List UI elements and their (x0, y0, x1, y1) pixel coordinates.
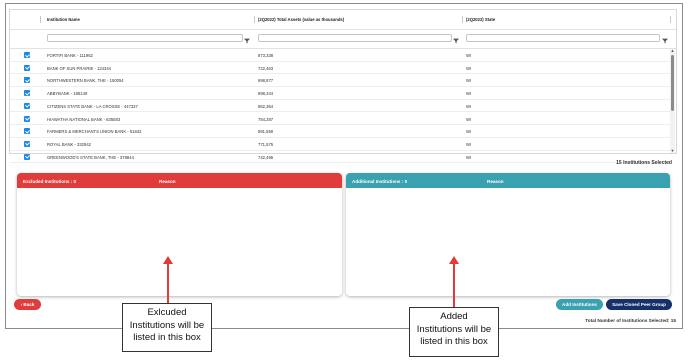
state-cell: WI (466, 65, 472, 71)
checkbox-icon[interactable] (24, 140, 30, 147)
checkbox-icon[interactable] (24, 64, 30, 71)
callout-line: Added (440, 311, 468, 322)
callout-line: listed in this box (133, 332, 201, 343)
institution-name-cell: BANK OF SUN PRAIRIE - 124344 (47, 65, 111, 71)
grid-scrollbar[interactable]: ▲ ▼ (670, 49, 675, 153)
institution-name-cell: ROYAL BANK - 332942 (47, 141, 91, 147)
table-row[interactable]: NORTHWESTERN BANK, THE - 150054 698,877 WI (10, 74, 670, 88)
column-header-name[interactable]: Institution Name (47, 17, 80, 22)
added-arrow (449, 256, 459, 307)
state-cell: WI (466, 116, 472, 122)
funnel-icon[interactable] (244, 38, 250, 44)
additional-reason-header: Reason (487, 178, 504, 184)
total-assets-cell: 771,575 (258, 141, 274, 147)
institution-name-cell: ABBYBANK - 188149 (47, 91, 88, 97)
total-assets-cell: 742,496 (258, 154, 274, 160)
checkbox-icon[interactable] (24, 102, 30, 109)
total-assets-cell: 873,338 (258, 53, 274, 58)
selected-count: 15 Institutions Selected (616, 160, 672, 166)
state-cell: WI (466, 53, 472, 58)
total-assets-cell: 698,877 (258, 78, 274, 84)
state-filter-input[interactable] (466, 34, 660, 42)
checkbox-icon[interactable] (24, 90, 30, 97)
institution-name-cell: FORTIFI BANK - 111962 (47, 53, 93, 58)
checkbox-icon[interactable] (24, 77, 30, 84)
excluded-callout: Exlcuded Institutions will be listed in … (122, 303, 212, 352)
additional-panel-title: Additional Institutions : 0 (352, 178, 408, 184)
institution-name-cell: FARMERS & MERCHANTS UNION BANK - 51842 (47, 129, 142, 135)
table-row[interactable]: HIAWATHA NATIONAL BANK - 835583 784,287 WI (10, 113, 670, 126)
table-row[interactable]: CITIZENS STATE BANK - LA CROSSE - 447337… (10, 100, 670, 113)
state-cell: WI (466, 129, 472, 135)
added-callout: Added Institutions will be listed in thi… (409, 307, 499, 357)
total-assets-cell: 898,344 (258, 91, 274, 97)
total-assets-cell: 862,364 (258, 103, 274, 109)
column-header-state[interactable]: (2Q2022) State (466, 17, 495, 22)
state-cell: WI (466, 154, 472, 160)
column-separator[interactable] (670, 16, 671, 23)
table-row[interactable]: BANK OF SUN PRAIRIE - 124344 722,463 WI (10, 62, 670, 75)
callout-line: Institutions will be (129, 319, 205, 331)
checkbox-icon[interactable] (24, 115, 30, 122)
table-row[interactable]: ROYAL BANK - 332942 771,575 WI (10, 138, 670, 151)
checkbox-icon[interactable] (24, 153, 30, 160)
excluded-institutions-panel: Excluded Institutions : 0 Reason (17, 173, 342, 296)
scroll-down-icon[interactable]: ▼ (671, 149, 675, 153)
column-header-assets[interactable]: (2Q2022) Total Assets (value as thousand… (258, 17, 344, 22)
state-cell: WI (466, 141, 472, 147)
name-filter-input[interactable] (47, 34, 243, 42)
institution-name-cell: NORTHWESTERN BANK, THE - 150054 (47, 78, 124, 84)
filter-row (10, 30, 676, 49)
callout-line: Institutions will be (416, 323, 492, 335)
total-assets-cell: 722,463 (258, 65, 274, 71)
grid-header: Institution Name (2Q2022) Total Assets (… (10, 10, 676, 30)
excluded-panel-header: Excluded Institutions : 0 Reason (17, 173, 342, 188)
additional-institutions-panel: Additional Institutions : 0 Reason (346, 173, 670, 296)
funnel-icon[interactable] (662, 38, 668, 44)
callout-line: listed in this box (420, 336, 488, 347)
callout-line: Exlcuded (147, 307, 187, 318)
scroll-thumb[interactable] (671, 55, 674, 111)
institution-name-cell: GREENWOOD'S STATE BANK, THE - 378844 (47, 154, 134, 160)
column-separator[interactable] (462, 16, 463, 23)
funnel-icon[interactable] (453, 38, 459, 44)
additional-panel-header: Additional Institutions : 0 Reason (346, 173, 670, 188)
excluded-arrow (163, 256, 173, 303)
excluded-panel-title: Excluded Institutions : 0 (23, 178, 77, 184)
state-cell: WI (466, 78, 472, 84)
total-assets-cell: 784,287 (258, 116, 274, 122)
back-label: Back (23, 302, 35, 307)
column-separator[interactable] (254, 16, 255, 23)
scroll-up-icon[interactable]: ▲ (671, 49, 675, 53)
state-cell: WI (466, 91, 472, 97)
excluded-reason-header: Reason (159, 178, 176, 184)
institution-name-cell: HIAWATHA NATIONAL BANK - 835583 (47, 116, 121, 122)
total-selected: Total Number of Institutions Selected: 1… (585, 318, 676, 323)
assets-filter-input[interactable] (258, 34, 452, 42)
institution-name-cell: CITIZENS STATE BANK - LA CROSSE - 447337 (47, 103, 138, 109)
checkbox-icon[interactable] (24, 128, 30, 135)
table-row[interactable]: FARMERS & MERCHANTS UNION BANK - 51842 89… (10, 125, 670, 138)
table-row[interactable]: ABBYBANK - 188149 898,344 WI (10, 87, 670, 100)
column-separator[interactable] (40, 16, 41, 23)
state-cell: WI (466, 103, 472, 109)
total-assets-cell: 891,559 (258, 129, 274, 135)
table-row[interactable]: GREENWOOD'S STATE BANK, THE - 378844 742,… (10, 151, 670, 164)
checkbox-icon[interactable] (24, 52, 30, 58)
institutions-grid: Institution Name (2Q2022) Total Assets (… (9, 9, 677, 164)
table-row[interactable]: FORTIFI BANK - 111962 873,338 WI (10, 49, 670, 62)
add-institutions-button[interactable]: Add Institutions (556, 299, 603, 310)
save-cloned-peer-group-button[interactable]: Save Cloned Peer Group (606, 299, 672, 310)
back-button[interactable]: ‹ Back (14, 299, 41, 310)
